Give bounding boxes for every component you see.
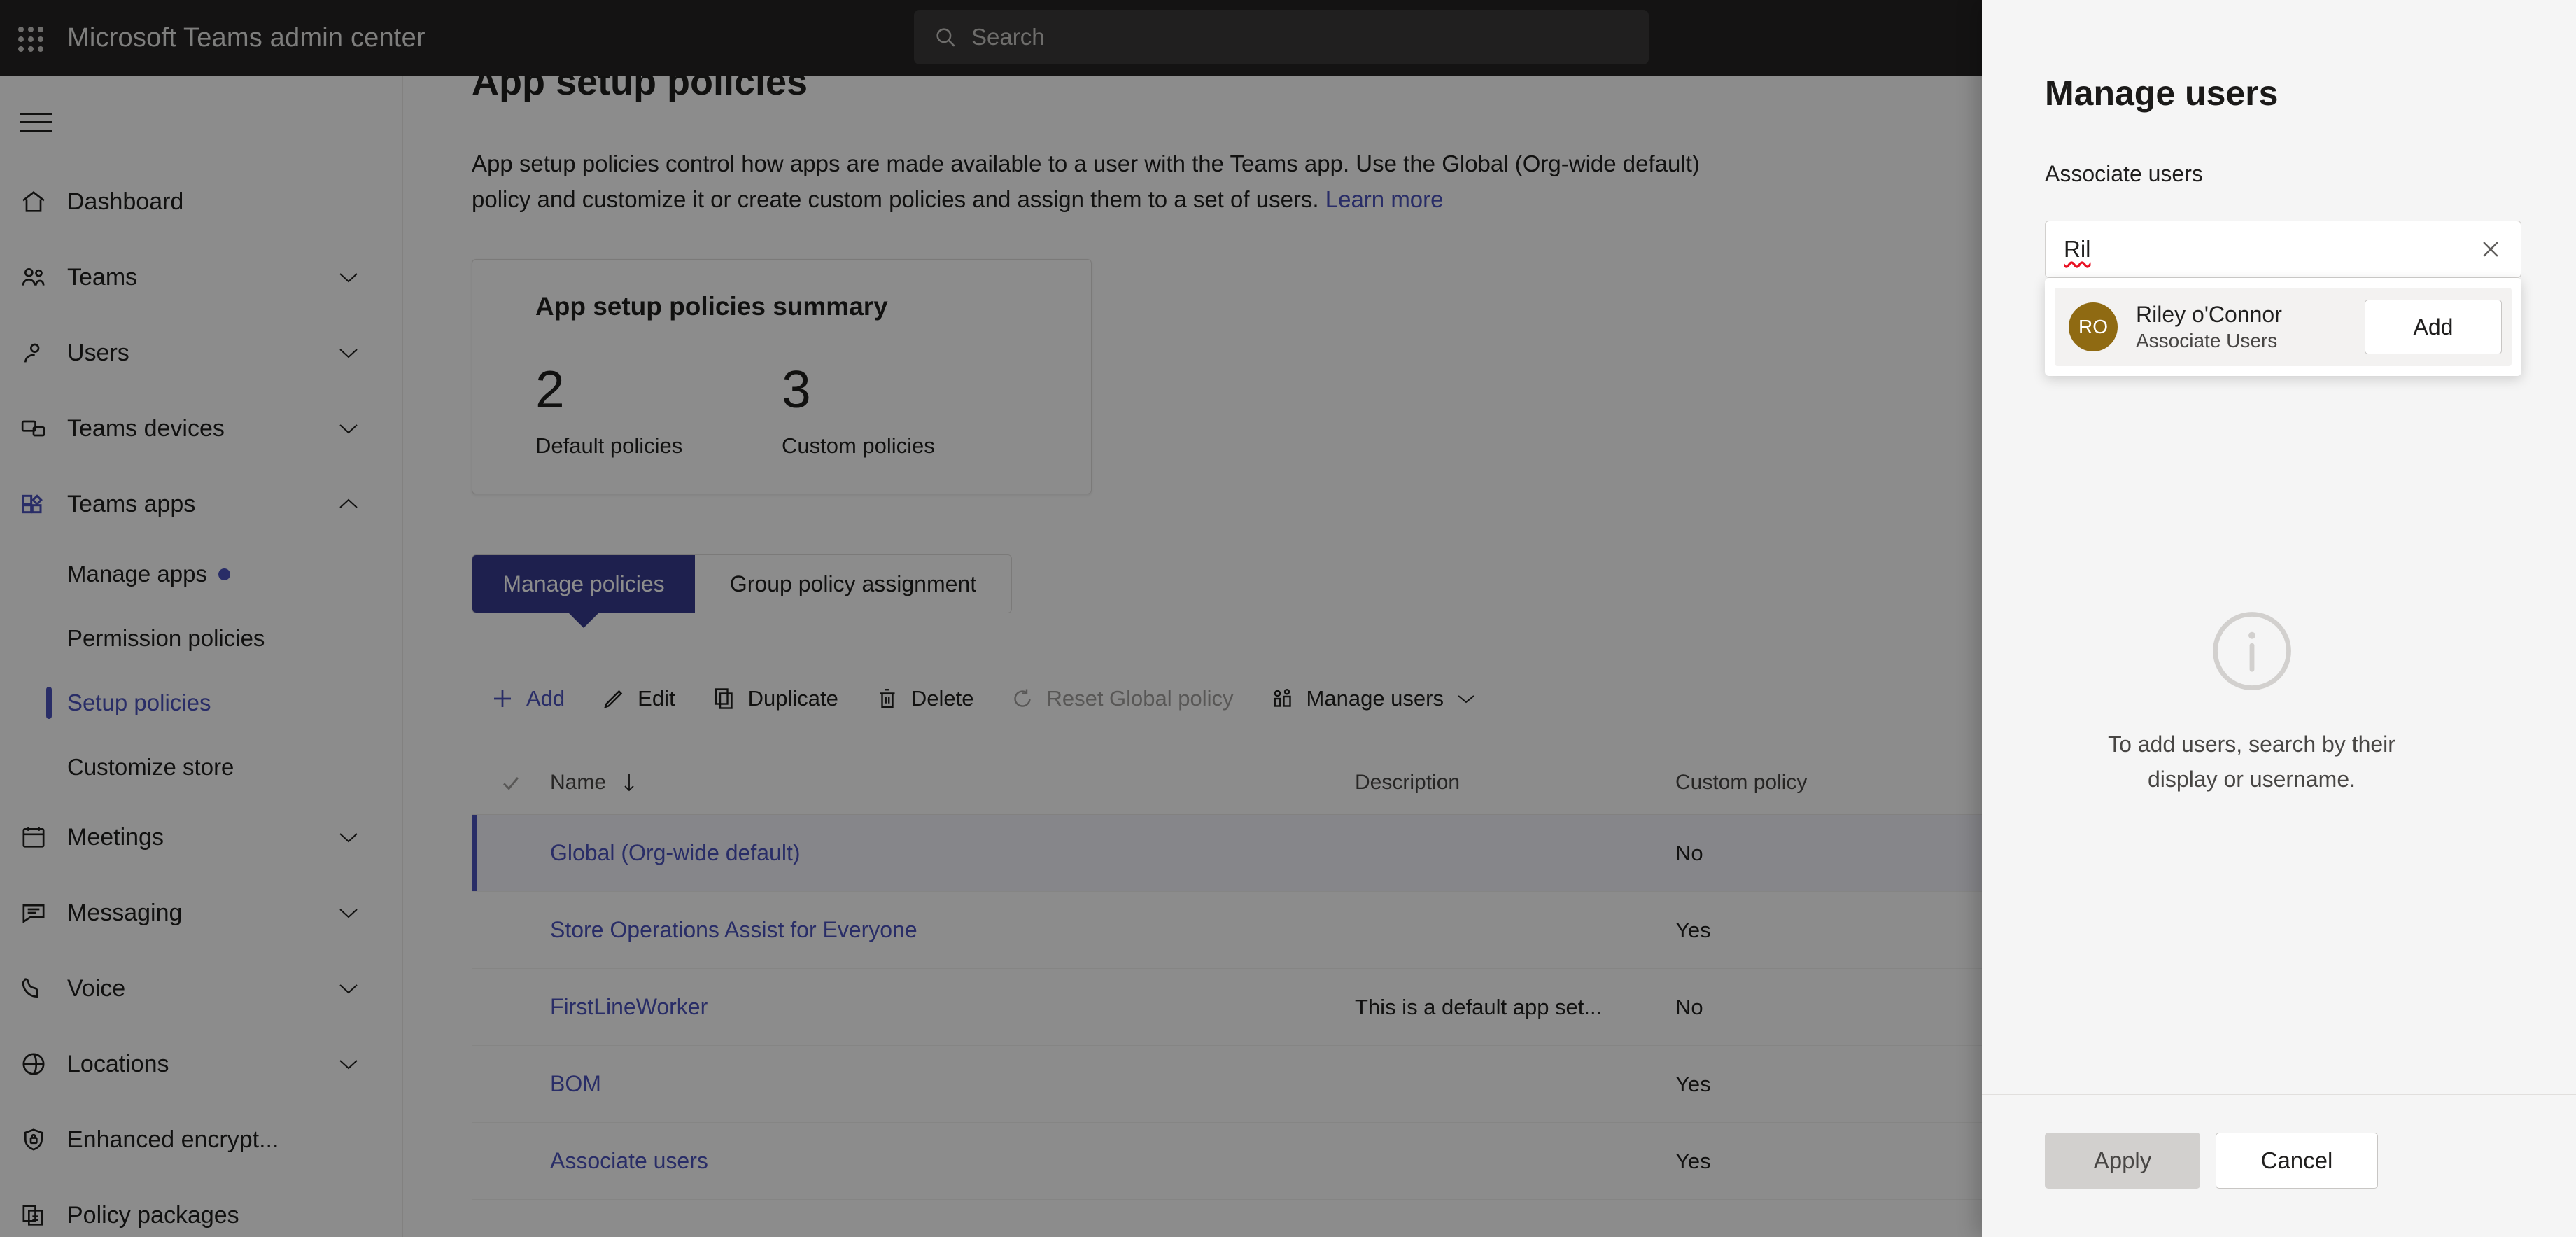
panel-header: Manage users Associate users (1982, 0, 2576, 187)
user-search-value: Ril (2064, 236, 2091, 262)
panel-title: Manage users (2045, 74, 2279, 113)
add-user-button[interactable]: Add (2365, 300, 2502, 354)
admin-center-window: Microsoft Teams admin center Search Dash… (0, 0, 2576, 1237)
suggestion-text: Riley o'Connor Associate Users (2136, 300, 2365, 354)
user-search-input[interactable]: Ril (2045, 221, 2521, 278)
apply-button: Apply (2045, 1133, 2200, 1189)
user-suggestions-dropdown: RO Riley o'Connor Associate Users Add (2045, 278, 2521, 376)
info-circle-icon (2208, 607, 2296, 695)
panel-body: Ril RO Riley o'Connor Associate Users Ad… (1982, 187, 2576, 1094)
empty-state-text: To add users, search by their display or… (2108, 732, 2395, 792)
cancel-button[interactable]: Cancel (2216, 1133, 2378, 1189)
manage-users-panel: Manage users Associate users Ril RO Rile… (1982, 0, 2576, 1237)
panel-subtitle: Associate users (2045, 161, 2203, 186)
avatar-initials: RO (2078, 316, 2108, 337)
avatar: RO (2069, 302, 2118, 351)
list-item[interactable]: RO Riley o'Connor Associate Users Add (2055, 288, 2512, 366)
suggestion-role: Associate Users (2136, 329, 2278, 351)
clear-x-icon[interactable] (2479, 237, 2503, 261)
suggestion-display-name: Riley o'Connor (2136, 301, 2282, 327)
panel-footer: Apply Cancel (1982, 1094, 2576, 1237)
empty-state: To add users, search by their display or… (1982, 607, 2521, 797)
